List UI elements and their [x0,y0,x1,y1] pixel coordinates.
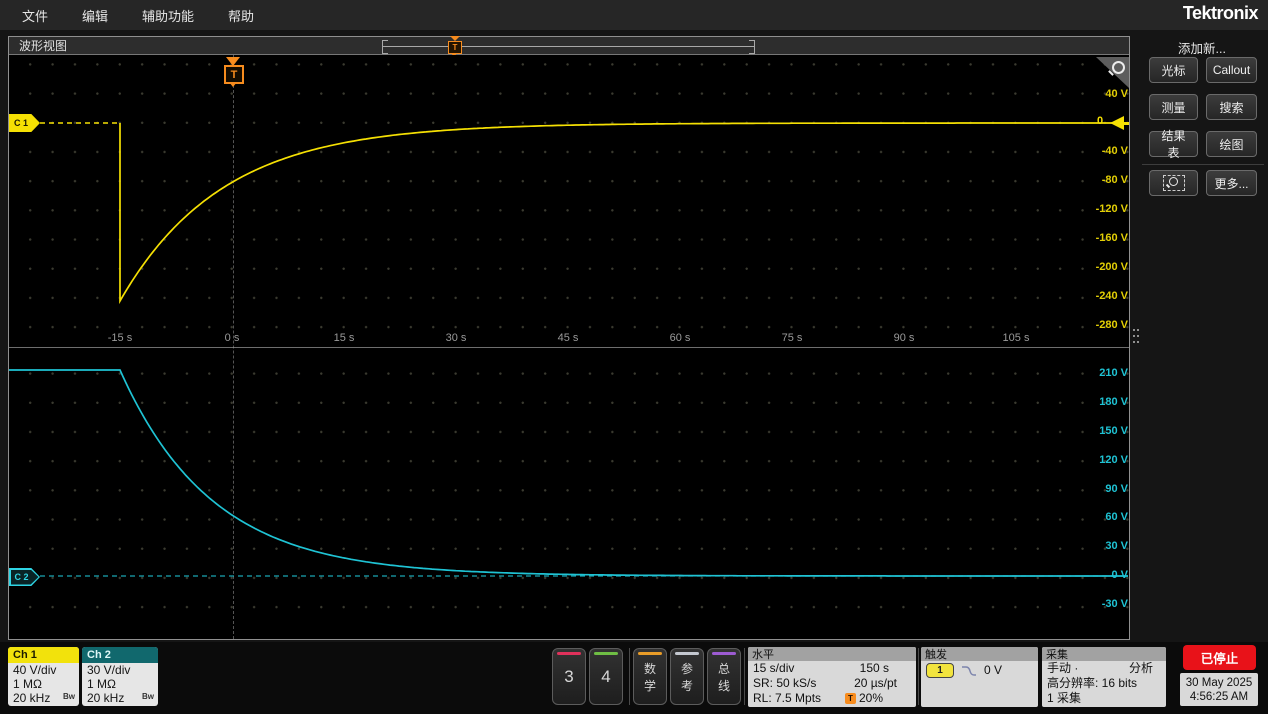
results-table-button[interactable]: 结果表 [1149,131,1198,157]
reference-button[interactable]: 参考 [670,648,704,705]
ch1-badge[interactable]: Ch 1 40 V/div 1 MΩ 20 kHz Bw [8,647,79,706]
acquisition-resolution: 高分辨率: 16 bits [1042,676,1166,691]
splitter-grip-handle[interactable] [1132,327,1140,346]
measure-button[interactable]: 测量 [1149,94,1198,120]
sidebar-divider [1142,164,1264,165]
trigger-position-icon: T [845,693,856,704]
c2-channel-handle-label: C 2 [11,570,39,585]
area-zoom-button[interactable] [1149,170,1198,196]
c2-trace [9,370,1128,576]
bus-label: 总线 [714,660,734,694]
cursor-button[interactable]: 光标 [1149,57,1198,83]
ch1-bw-limit-icon: Bw [63,690,75,704]
acquisition-title: 采集 [1042,647,1166,661]
area-zoom-icon [1163,175,1185,191]
ch2-bw-limit-icon: Bw [142,690,154,704]
search-button[interactable]: 搜索 [1206,94,1257,120]
bus-color-stripe [712,652,736,655]
area-zoom-magnifier-icon [1169,177,1178,186]
ch2-badge[interactable]: Ch 2 30 V/div 1 MΩ 20 kHz Bw [82,647,158,706]
horizontal-span: 150 s [860,661,889,676]
magnifier-icon [1112,61,1125,74]
trigger-marker-tip-icon [229,82,237,87]
area-zoom-magnifier-handle-icon [1165,184,1169,188]
sample-rate: SR: 50 kS/s [753,676,816,691]
c1-trace [120,123,1128,301]
math-button[interactable]: 数学 [633,648,667,705]
acquisition-mode: 手动 · [1047,661,1078,676]
horizontal-badge[interactable]: 水平 15 s/div 150 s SR: 50 kS/s 20 µs/pt R… [748,647,916,707]
channel-4-color-stripe [594,652,618,655]
callout-button[interactable]: Callout [1206,57,1257,83]
ch1-bandwidth: 20 kHz Bw [8,691,79,705]
panel-divider [918,648,919,705]
date-text: 30 May 2025 [1186,676,1253,690]
button-group-divider [744,648,745,705]
ch1-badge-header: Ch 1 [8,647,79,663]
falling-edge-icon [961,665,977,677]
ch2-termination: 1 MΩ [82,677,158,691]
math-label: 数学 [640,660,660,694]
horizontal-title: 水平 [748,647,916,661]
button-group-divider [629,648,630,705]
trigger-level: 0 V [984,663,1002,678]
channel-3-button[interactable]: 3 [552,648,586,705]
c1-zero-label: 0 [1097,115,1103,127]
sidebar-title: 添加新... [1140,38,1264,57]
reference-color-stripe [675,652,699,655]
c1-level-arrow-stub [1122,122,1129,125]
trigger-position-value: T 20% [845,691,883,706]
channel-3-color-stripe [557,652,581,655]
channel-4-button[interactable]: 4 [589,648,623,705]
math-color-stripe [638,652,662,655]
more-button[interactable]: 更多... [1206,170,1257,196]
reference-label: 参考 [677,660,697,694]
time-text: 4:56:25 AM [1190,690,1248,704]
ch2-badge-header: Ch 2 [82,647,158,663]
acquisition-badge[interactable]: 采集 手动 · 分析 高分辨率: 16 bits 1 采集 [1042,647,1166,707]
bus-button[interactable]: 总线 [707,648,741,705]
ch1-scale: 40 V/div [8,663,79,677]
waveform-traces [0,0,1268,714]
trigger-badge[interactable]: 触发 1 0 V [921,647,1038,707]
channel-3-label: 3 [564,667,573,687]
acquisition-analysis: 分析 [1129,661,1153,676]
ch1-termination: 1 MΩ [8,677,79,691]
trigger-source-pill: 1 [926,663,954,678]
acquisition-count: 1 采集 [1042,691,1166,706]
record-length: RL: 7.5 Mpts [753,691,821,706]
datetime-display: 30 May 2025 4:56:25 AM [1180,673,1258,706]
trigger-title: 触发 [921,647,1038,661]
stopped-button[interactable]: 已停止 [1183,645,1256,670]
horizontal-scale: 15 s/div [753,661,794,676]
ch2-scale: 30 V/div [82,663,158,677]
time-per-point: 20 µs/pt [854,676,897,691]
plot-button[interactable]: 绘图 [1206,131,1257,157]
channel-4-label: 4 [601,667,610,687]
ch2-bandwidth: 20 kHz Bw [82,691,158,705]
oscilloscope-screen: 文件 编辑 辅助功能 帮助 Tektronix 波形视图 T -15 s 0 s… [0,0,1268,714]
